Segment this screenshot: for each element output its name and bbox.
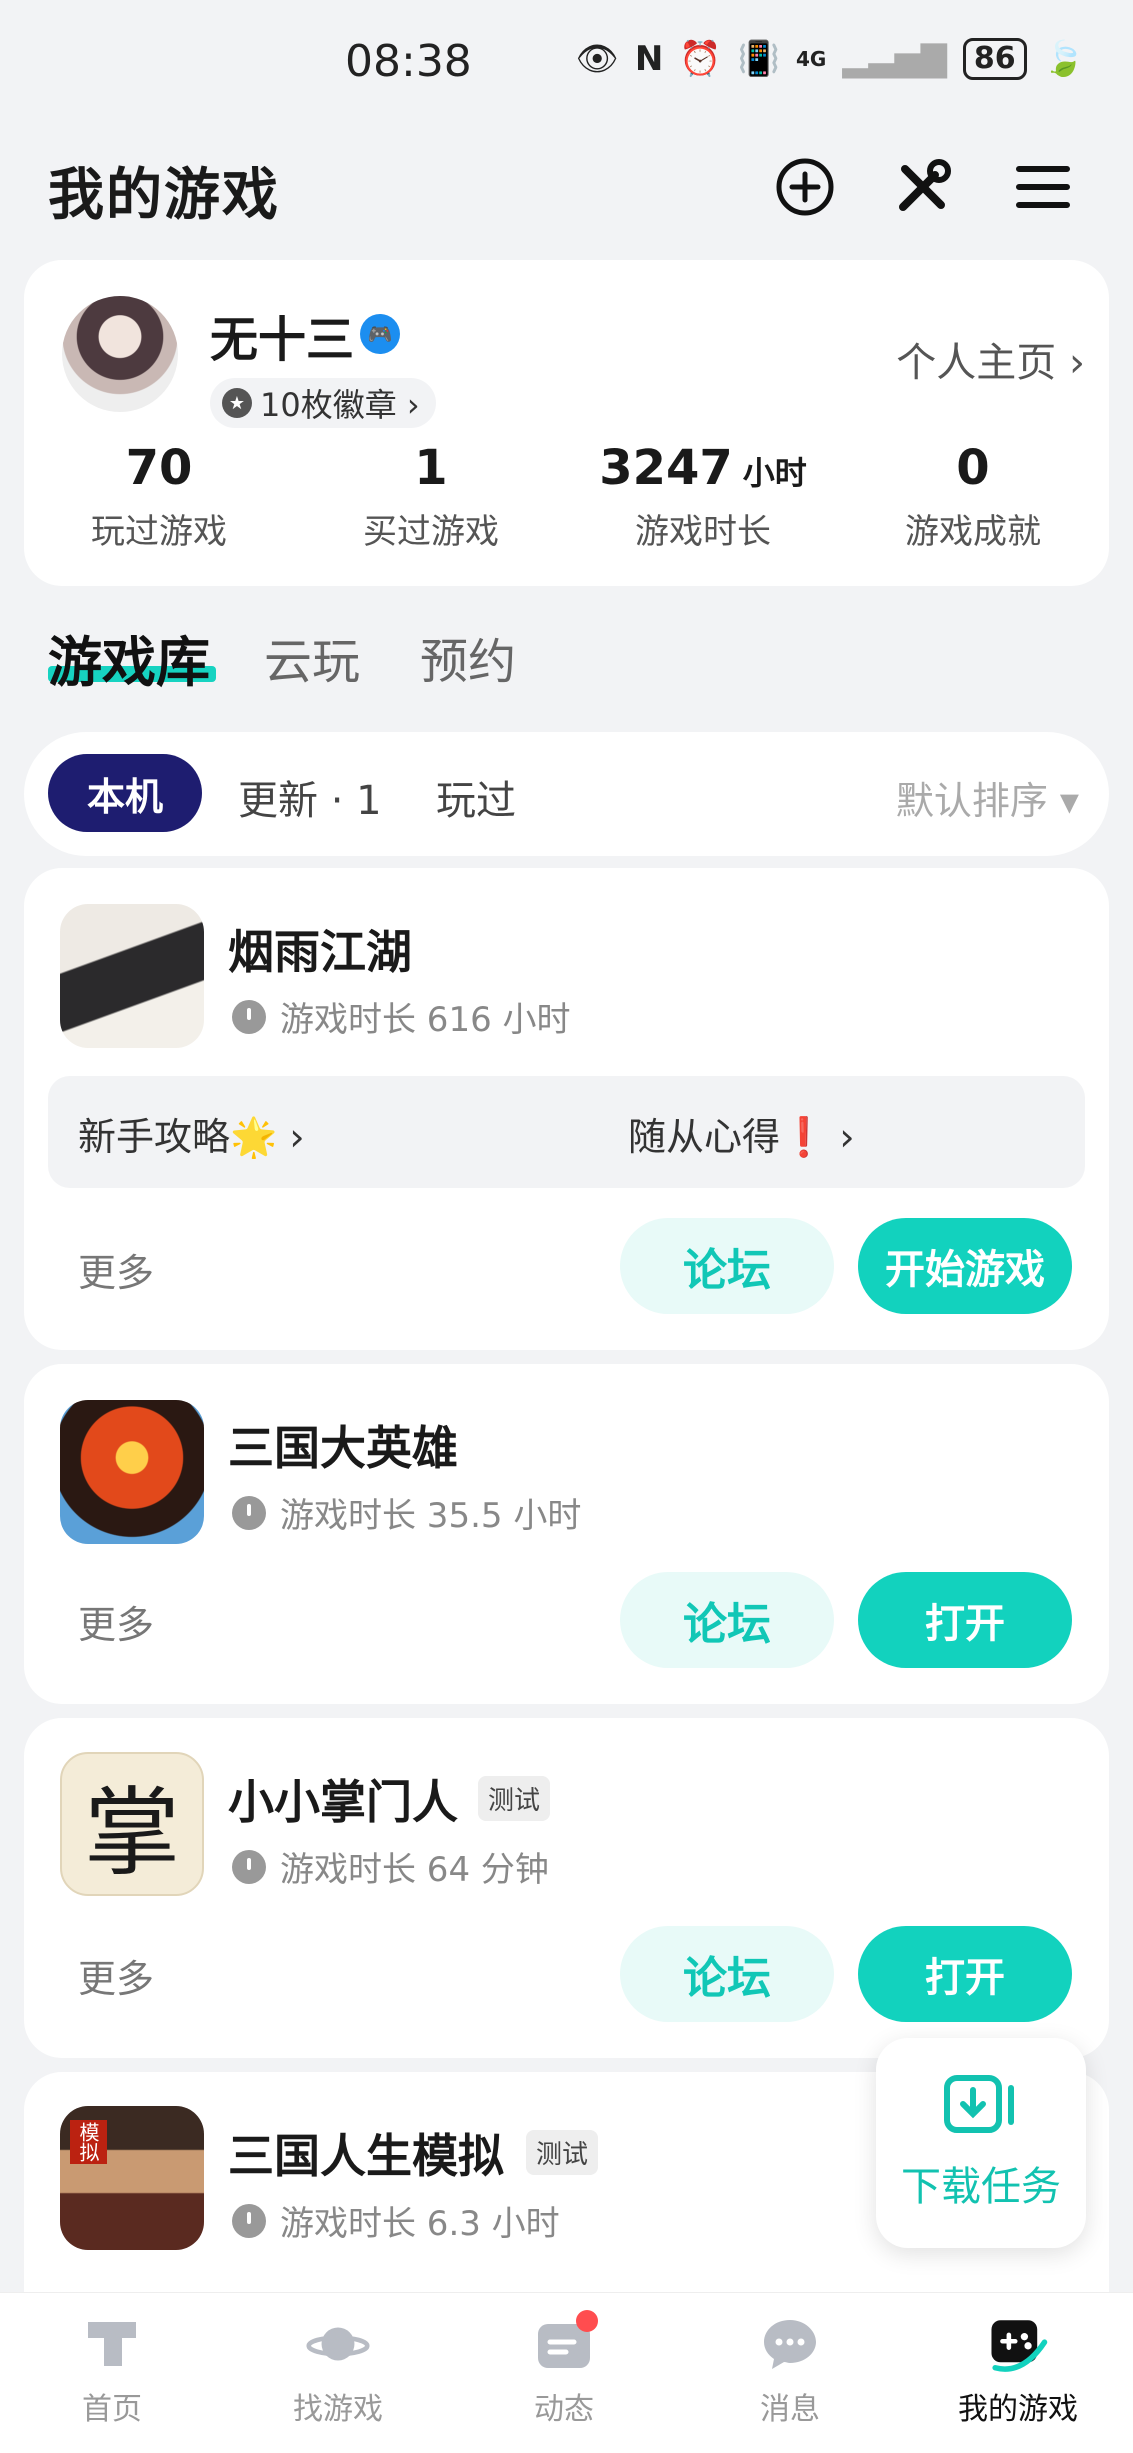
- status-time: 08:38: [345, 36, 472, 87]
- tools-icon[interactable]: [888, 152, 958, 222]
- tab-cloud[interactable]: 云玩: [264, 622, 360, 692]
- nav-feed[interactable]: 动态: [474, 2310, 654, 2428]
- badges-label: 10枚徽章 ›: [260, 386, 420, 424]
- guide-companion[interactable]: 随从心得❗ ›: [628, 1106, 855, 1161]
- filter-updates[interactable]: 更新 · 1: [238, 768, 382, 826]
- page-title: 我的游戏: [48, 163, 280, 228]
- stat-value: 3247: [599, 440, 733, 496]
- network-label: 4G: [795, 47, 827, 71]
- forum-button[interactable]: 论坛: [620, 1926, 834, 2022]
- download-task-label: 下载任务: [901, 2164, 1061, 2210]
- game-name[interactable]: 小小掌门人: [228, 1766, 458, 1832]
- avatar[interactable]: [62, 296, 178, 412]
- nav-label: 动态: [534, 2392, 594, 2427]
- feed-icon: [532, 2310, 598, 2376]
- menu-icon[interactable]: [1008, 152, 1078, 222]
- tab-library[interactable]: 游戏库: [48, 618, 210, 697]
- nav-label: 消息: [760, 2392, 820, 2427]
- filter-local[interactable]: 本机: [48, 754, 202, 832]
- badges-button[interactable]: ★ 10枚徽章 ›: [210, 378, 436, 428]
- stat-play-time[interactable]: 3247 小时 游戏时长: [578, 440, 828, 553]
- chat-icon: [758, 2312, 822, 2376]
- gamepad-verified-icon: 🎮: [360, 314, 400, 354]
- nav-my-games[interactable]: 我的游戏: [928, 2312, 1108, 2428]
- playtime-text: 游戏时长 35.5 小时: [280, 1496, 582, 1536]
- timer-icon: [232, 999, 266, 1034]
- more-link[interactable]: 更多: [78, 1242, 154, 1297]
- notification-dot: [576, 2310, 598, 2332]
- stat-label: 玩过游戏: [91, 512, 227, 552]
- stat-value: 1: [414, 440, 448, 496]
- gamepad-icon: [986, 2312, 1050, 2376]
- nfc-icon: N: [634, 39, 664, 79]
- stat-achievements[interactable]: 0 游戏成就: [848, 440, 1098, 553]
- playtime: 游戏时长 6.3 小时: [232, 2196, 560, 2245]
- status-icons: 👁 N ⏰ 📳 4G ▂▃▅▇ 86 🍃: [576, 38, 1085, 80]
- home-icon: [80, 2312, 144, 2376]
- timer-icon: [232, 2203, 266, 2238]
- game-icon-sanguo-hero[interactable]: [60, 1400, 204, 1544]
- stat-label: 买过游戏: [363, 512, 499, 552]
- filter-played[interactable]: 玩过: [436, 768, 516, 826]
- timer-icon: [232, 1495, 266, 1530]
- nav-label: 找游戏: [293, 2392, 383, 2427]
- start-game-button[interactable]: 开始游戏: [858, 1218, 1072, 1314]
- download-icon: [944, 2075, 1014, 2133]
- eye-icon: 👁: [575, 39, 619, 79]
- playtime: 游戏时长 616 小时: [232, 992, 571, 1041]
- game-icon-yanyu[interactable]: [60, 904, 204, 1048]
- nav-label: 首页: [82, 2392, 142, 2427]
- download-task-button[interactable]: 下载任务: [876, 2038, 1086, 2248]
- personal-home-link[interactable]: 个人主页 ›: [896, 330, 1085, 388]
- game-icon-zhangmen[interactable]: 掌: [60, 1752, 204, 1896]
- game-name[interactable]: 三国大英雄: [228, 1412, 458, 1478]
- forum-button[interactable]: 论坛: [620, 1572, 834, 1668]
- tab-reserve[interactable]: 预约: [420, 622, 516, 692]
- stat-games-played[interactable]: 70 玩过游戏: [34, 440, 284, 553]
- username: 无十三: [210, 312, 355, 368]
- stat-unit: 小时: [742, 454, 807, 492]
- nav-home[interactable]: 首页: [22, 2312, 202, 2428]
- guide-beginner[interactable]: 新手攻略🌟 ›: [78, 1106, 305, 1161]
- signal-icon: ▂▃▅▇: [842, 39, 947, 79]
- test-tag: 测试: [526, 2130, 599, 2175]
- game-icon-sanguo-life[interactable]: 模拟: [60, 2106, 204, 2250]
- add-circle-icon[interactable]: [770, 152, 840, 222]
- playtime: 游戏时长 64 分钟: [232, 1842, 549, 1891]
- medal-icon: ★: [222, 388, 252, 418]
- playtime: 游戏时长 35.5 小时: [232, 1488, 581, 1537]
- timer-icon: [232, 1849, 266, 1884]
- stat-value: 70: [125, 440, 193, 496]
- open-button[interactable]: 打开: [858, 1572, 1072, 1668]
- leaf-icon: 🍃: [1042, 39, 1085, 79]
- playtime-text: 游戏时长 6.3 小时: [280, 2204, 560, 2244]
- open-button[interactable]: 打开: [858, 1926, 1072, 2022]
- game-name[interactable]: 烟雨江湖: [228, 916, 412, 982]
- test-tag: 测试: [478, 1776, 551, 1821]
- stat-games-bought[interactable]: 1 买过游戏: [306, 440, 556, 553]
- nav-find-games[interactable]: 找游戏: [248, 2312, 428, 2428]
- forum-button[interactable]: 论坛: [620, 1218, 834, 1314]
- nav-label: 我的游戏: [958, 2392, 1078, 2427]
- battery-level: 86: [962, 38, 1027, 80]
- game-name[interactable]: 三国人生模拟: [228, 2120, 504, 2186]
- stat-label: 游戏时长: [635, 512, 771, 552]
- playtime-text: 游戏时长 64 分钟: [280, 1850, 549, 1890]
- more-link[interactable]: 更多: [78, 1948, 154, 2003]
- planet-icon: [306, 2312, 370, 2376]
- nav-messages[interactable]: 消息: [700, 2312, 880, 2428]
- alarm-icon: ⏰: [679, 39, 722, 79]
- vibrate-icon: 📳: [737, 39, 780, 79]
- stat-value: 0: [956, 440, 990, 496]
- playtime-text: 游戏时长 616 小时: [280, 1000, 571, 1040]
- sort-dropdown[interactable]: 默认排序 ▾: [896, 770, 1079, 825]
- more-link[interactable]: 更多: [78, 1594, 154, 1649]
- stat-label: 游戏成就: [905, 512, 1041, 552]
